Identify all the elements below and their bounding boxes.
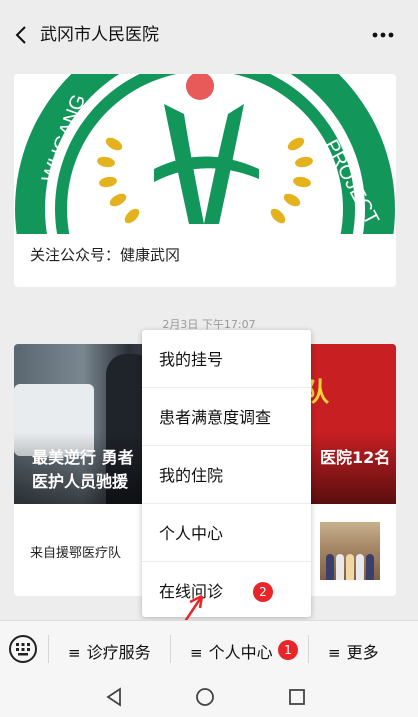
card-caption: 关注公众号：健康武冈 <box>30 246 181 264</box>
submenu-item-satisfaction-survey[interactable]: 患者满意度调查 <box>142 388 311 446</box>
app-header: 武冈市人民医院 <box>0 10 418 60</box>
bottom-menu-bar: ≡ 诊疗服务 ≡ 个人中心 ≡ 更多 <box>0 620 418 677</box>
article-title-right: 医院12名 <box>320 448 391 467</box>
hamburger-icon: ≡ <box>328 644 341 662</box>
article-thumbnail <box>320 522 380 580</box>
submenu-popup: 我的挂号 患者满意度调查 我的住院 个人中心 在线问诊 <box>142 330 311 617</box>
hospital-logo-image: WUGANG PROJECT <box>14 74 396 234</box>
back-arrow-icon[interactable] <box>12 23 34 47</box>
step-badge-1: 1 <box>278 640 298 660</box>
step-badge-2: 2 <box>253 582 273 602</box>
menu-more[interactable]: ≡ 更多 <box>328 639 379 663</box>
hamburger-icon: ≡ <box>68 644 81 662</box>
nav-recents-icon[interactable] <box>286 686 308 708</box>
nav-home-icon[interactable] <box>194 686 216 708</box>
submenu-item-my-hospitalization[interactable]: 我的住院 <box>142 446 311 504</box>
more-options-icon[interactable] <box>370 22 396 48</box>
page-title: 武冈市人民医院 <box>40 25 159 45</box>
keyboard-toggle-icon[interactable] <box>8 634 38 664</box>
menu-personal-center[interactable]: ≡ 个人中心 <box>190 639 273 663</box>
nav-back-icon[interactable] <box>104 686 126 708</box>
submenu-item-personal-center[interactable]: 个人中心 <box>142 504 311 562</box>
article-subtitle: 来自援鄂医疗队 <box>30 546 122 561</box>
system-nav-bar <box>0 676 418 717</box>
submenu-item-my-registration[interactable]: 我的挂号 <box>142 330 311 388</box>
status-bar <box>0 0 418 10</box>
article-card-logo[interactable]: WUGANG PROJECT 关注公众号：健康武冈 <box>14 74 396 287</box>
hamburger-icon: ≡ <box>190 644 203 662</box>
menu-clinical-services[interactable]: ≡ 诊疗服务 <box>68 639 151 663</box>
